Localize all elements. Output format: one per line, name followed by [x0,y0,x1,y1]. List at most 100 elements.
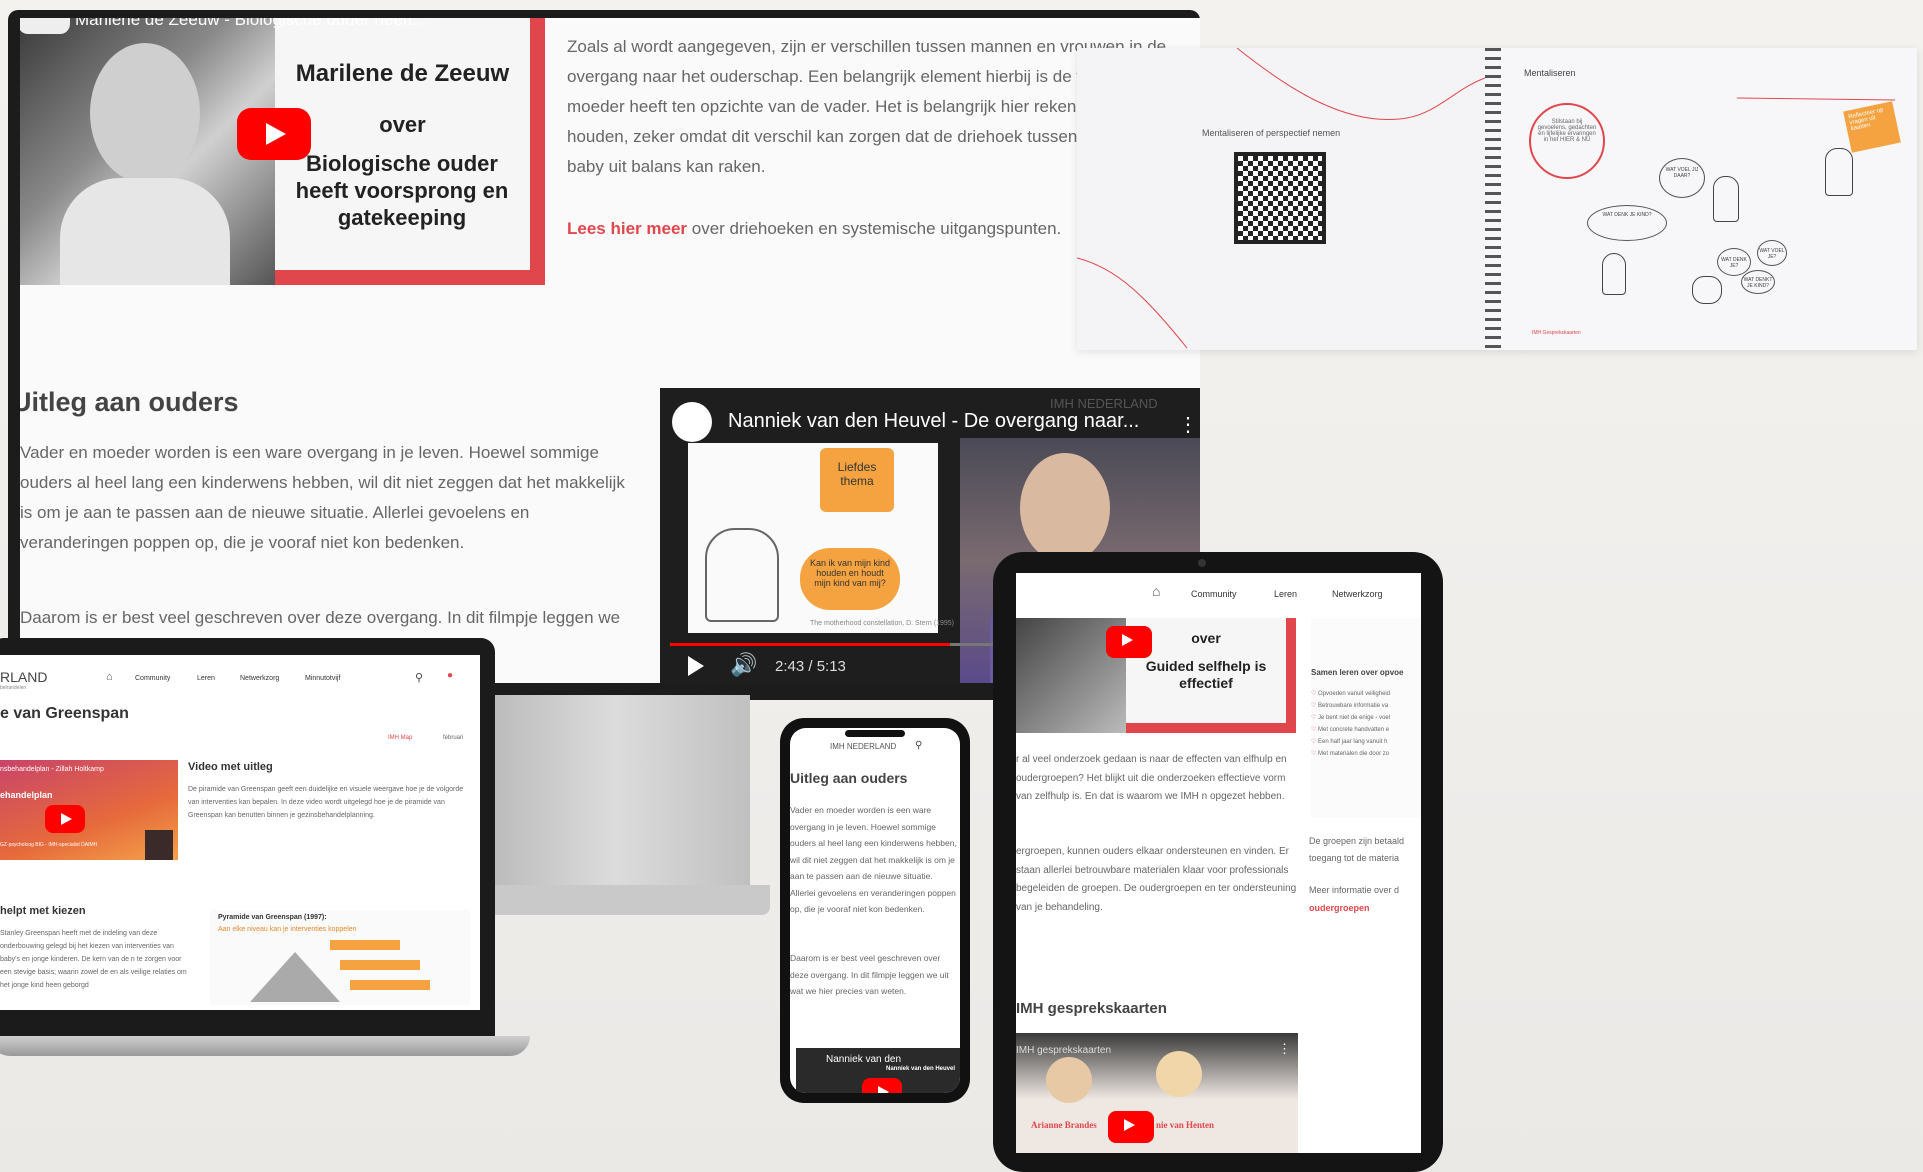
avatar [1156,1051,1202,1097]
laptop-screen: RLAND behandelen ⌂ Community Leren Netwe… [0,655,480,1010]
volume-icon[interactable]: 🔊 [730,652,757,678]
video-brand: IMH NEDERLAND [1050,396,1158,411]
notebook-bubble: WAT VOEL JE? [1757,240,1787,266]
nav-minnutotvijf[interactable]: Minnutotvijf [305,675,340,682]
tablet-screen: ⌂ Community Leren Netwerkzorg over Guide… [1016,573,1421,1153]
video-topic: Biologische ouder heeft voorsprong en ga… [295,151,509,230]
video-time: 2:43 / 5:13 [775,658,846,675]
video-explanation-heading: Video met uitleg [188,761,273,773]
phone-brand: IMH NEDERLAND [830,742,897,751]
meta-category[interactable]: IMH Map [388,735,412,741]
nav-community[interactable]: Community [135,675,170,682]
notebook-decor-lines [1077,48,1896,349]
laptop-brand: RLAND [0,669,48,685]
doodle-figure-icon [1825,148,1853,196]
person1-name: Arianne Brandes [1031,1120,1097,1130]
tablet-side-item: ♡ Opvoeden vanuit veiligheid [1311,691,1391,697]
pyramid-icon [250,952,340,1002]
youtube-play-icon[interactable] [862,1078,902,1093]
notebook-bubble: WAT VOEL JIJ DAAR? [1659,158,1705,198]
tablet-side-item: ♡ Een half jaar lang vanuit h [1311,739,1388,745]
tablet-side-item: ♡ Met concrete handvatten e [1311,727,1390,733]
video-over: over [379,112,426,137]
laptop-video-title: nsbehandelplan - Zillah Holtkamp [0,766,104,773]
pyramid-title: Pyramide van Greenspan (1997): [218,914,327,921]
notebook-right-label: Mentaliseren [1524,68,1576,78]
section-heading: Uitleg aan ouders [20,387,239,417]
bell-icon[interactable]: ● [447,670,453,681]
nav-leren[interactable]: Leren [1274,589,1297,599]
phone-video-name: Nanniek van den Heuvel [886,1066,956,1072]
tablet-side-item: ♡ Betrouwbare informatie va [1311,703,1389,709]
notebook-bubble: WAT DENKT JE KIND? [1741,270,1775,294]
slide-caption: The motherhood constellation, D. Stern (… [810,620,954,627]
tablet-para2: ergroepen, kunnen ouders elkaar onderste… [1016,846,1297,913]
more-vert-icon[interactable]: ⋮ [1278,1041,1291,1057]
laptop-brand-sub: behandelen [0,685,27,691]
tablet-side-text2: Meer informatie over d [1309,885,1400,895]
laptop-video-sub: GZ-psycholoog BIG - IMH-specialist DAIMH [0,842,98,848]
tablet-para1: r al veel onderzoek gedaan is naar de ef… [1016,754,1287,802]
nav-leren[interactable]: Leren [197,675,215,682]
youtube-play-icon[interactable] [237,108,311,160]
doodle-figure-icon [1602,253,1626,295]
nav-netwerkzorg[interactable]: Netwerkzorg [1332,589,1383,599]
choose-text: Stanley Greenspan heeft met de indeling … [0,930,187,989]
play-icon[interactable] [688,656,704,676]
phone-para2: Daarom is er best veel geschreven over d… [790,953,949,996]
phone-para1: Vader en moeder worden is een ware overg… [790,805,957,914]
nav-community[interactable]: Community [1191,589,1237,599]
meta-date: februari [443,735,464,741]
tablet-video[interactable]: over Guided selfhelp is effectief [1016,618,1296,733]
youtube-play-icon[interactable] [1108,1111,1154,1143]
video-explanation-text: De piramide van Greenspan geeft een duid… [188,786,464,819]
search-icon[interactable]: ⚲ [415,671,423,684]
slide-bubble-question: Kan ik van mijn kind houden en houdt mij… [800,548,900,610]
notebook-footer: IMH Gesprekskaarten [1532,330,1581,336]
video-progress-fill [670,643,950,646]
notebook-spread: Mentaliseren of perspectief nemen Mental… [1077,48,1917,350]
laptop-base [0,1036,530,1056]
home-icon[interactable]: ⌂ [1152,583,1160,599]
youtube-play-icon[interactable] [45,805,85,833]
monitor-base [460,885,770,915]
video-marilene[interactable]: Marilene de Zeeuw - Biologische ouder he… [20,18,545,285]
notebook-bubble: WAT DENK JE? [1717,248,1751,276]
video-name: Marilene de Zeeuw [295,60,510,87]
phone-screen: IMH NEDERLAND ⚲ Uitleg aan ouders Vader … [790,728,960,1093]
doodle-figure-icon [1713,176,1739,222]
read-more-rest: over driehoeken en systemische uitgangsp… [691,219,1062,238]
slide-bubble-liefdes: Liefdes thema [820,448,894,512]
tablet-side-item: ♡ Je bent niet de enige - voel [1311,715,1391,721]
notebook-bubble: WAT DENK JE KIND? [1587,205,1667,241]
doodle-figure-icon [1692,276,1722,304]
tablet-video2[interactable]: IMH gesprekskaarten ⋮ Arianne Brandes ni… [1016,1033,1298,1153]
person2-name: nie van Henten [1156,1120,1215,1130]
phone-video[interactable]: Nanniek van den Nanniek van den Heuvel [796,1048,960,1093]
tablet-side-item: ♡ Met materialen die door zo [1311,751,1390,757]
tablet-side-heading: Samen leren over opvoe [1311,668,1404,677]
channel-logo [672,402,712,442]
video-title-bar: Marilene de Zeeuw - Biologische ouder he… [75,18,427,29]
phone-notch [845,730,905,737]
tablet-heading: IMH gesprekskaarten [1016,1000,1167,1017]
pyramid-subtitle: Aan elke niveau kan je interventies kopp… [218,926,357,933]
nav-netwerkzorg[interactable]: Netwerkzorg [240,675,279,682]
more-vert-icon[interactable]: ⋮ [1178,412,1198,437]
slide-parents-drawing-icon [705,528,779,622]
paragraph-overgang: Vader en moeder worden is een ware overg… [20,443,625,552]
youtube-play-icon[interactable] [1106,626,1152,658]
page-title: e van Greenspan [0,705,129,722]
avatar [1046,1057,1092,1103]
search-icon[interactable]: ⚲ [915,740,922,751]
laptop-video[interactable]: nsbehandelplan - Zillah Holtkamp ehandel… [0,760,178,860]
monitor-stand [480,695,750,885]
tablet-video-topic: Guided selfhelp is effectief [1145,658,1267,691]
video-thumb-photo [20,18,275,285]
tablet-side-link[interactable]: oudergroepen [1309,903,1370,913]
read-more-link[interactable]: Lees hier meer [567,219,687,238]
tablet-video2-title: IMH gesprekskaarten [1016,1045,1112,1056]
home-icon[interactable]: ⌂ [106,671,113,683]
phone-heading: Uitleg aan ouders [790,770,908,786]
tablet-camera [1198,559,1206,567]
